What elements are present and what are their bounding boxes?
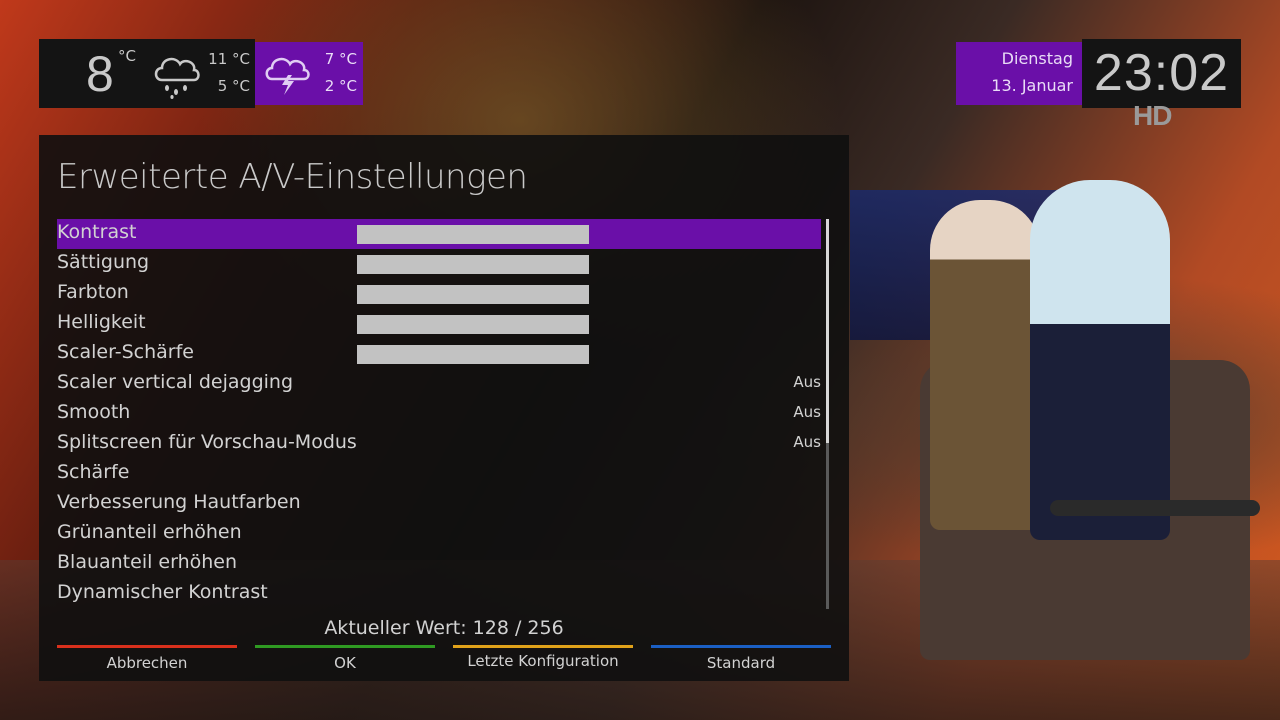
temperature-unit: °C xyxy=(118,47,136,65)
yellow-key-indicator xyxy=(453,645,633,648)
menu-item-label: Blauanteil erhöhen xyxy=(57,551,238,573)
menu-item-splitscreen[interactable]: Splitscreen für Vorschau-Modus Aus xyxy=(57,429,821,459)
default-button[interactable]: Standard xyxy=(651,654,831,672)
menu-item-scaler-schaerfe[interactable]: Scaler-Schärfe xyxy=(57,339,821,369)
slider-bar[interactable] xyxy=(357,345,589,364)
menu-item-label: Scaler-Schärfe xyxy=(57,341,194,363)
hd-logo: HD xyxy=(1133,100,1172,131)
menu-item-label: Verbesserung Hautfarben xyxy=(57,491,301,513)
blue-key-indicator xyxy=(651,645,831,648)
green-key-indicator xyxy=(255,645,435,648)
side-table xyxy=(1050,500,1260,516)
today-low-temp: 5 °C xyxy=(217,77,250,95)
menu-item-helligkeit[interactable]: Helligkeit xyxy=(57,309,821,339)
menu-item-dynamischer-kontrast[interactable]: Dynamischer Kontrast xyxy=(57,579,821,609)
cancel-button[interactable]: Abbrechen xyxy=(57,654,237,672)
menu-item-hautfarben[interactable]: Verbesserung Hautfarben xyxy=(57,489,821,519)
menu-item-label: Helligkeit xyxy=(57,311,146,333)
menu-item-farbton[interactable]: Farbton xyxy=(57,279,821,309)
date: 13. Januar xyxy=(991,76,1073,95)
today-high-temp: 11 °C xyxy=(208,50,250,68)
menu-item-label: Kontrast xyxy=(57,221,137,243)
slider-bar[interactable] xyxy=(357,285,589,304)
weekday: Dienstag xyxy=(1001,49,1073,68)
ok-button[interactable]: OK xyxy=(255,654,435,672)
current-value-text: Aktueller Wert: 128 / 256 xyxy=(324,617,564,639)
thunder-cloud-icon xyxy=(265,57,310,95)
last-configuration-button[interactable]: Letzte Konfiguration xyxy=(453,652,633,670)
red-key-indicator xyxy=(57,645,237,648)
menu-item-label: Smooth xyxy=(57,401,131,423)
menu-item-schaerfe[interactable]: Schärfe xyxy=(57,459,821,489)
tomorrow-high-temp: 7 °C xyxy=(324,50,357,68)
menu-item-label: Dynamischer Kontrast xyxy=(57,581,268,603)
page-title: Erweiterte A/V-Einstellungen xyxy=(57,157,528,197)
menu-item-kontrast[interactable]: Kontrast xyxy=(57,219,821,249)
menu-item-label: Sättigung xyxy=(57,251,150,273)
menu-item-value: Aus xyxy=(793,403,821,421)
guest-figure xyxy=(1030,180,1170,540)
menu-item-smooth[interactable]: Smooth Aus xyxy=(57,399,821,429)
menu-item-blauanteil[interactable]: Blauanteil erhöhen xyxy=(57,549,821,579)
menu-item-label: Farbton xyxy=(57,281,129,303)
menu-item-label: Schärfe xyxy=(57,461,130,483)
menu-item-saettigung[interactable]: Sättigung xyxy=(57,249,821,279)
scrollbar-thumb[interactable] xyxy=(826,219,829,443)
menu-item-label: Splitscreen für Vorschau-Modus xyxy=(57,431,357,453)
menu-item-scaler-dejagging[interactable]: Scaler vertical dejagging Aus xyxy=(57,369,821,399)
rain-cloud-icon xyxy=(154,57,200,99)
menu-item-gruenanteil[interactable]: Grünanteil erhöhen xyxy=(57,519,821,549)
menu-item-value: Aus xyxy=(793,373,821,391)
clock: 23:02 xyxy=(1093,44,1230,102)
guest-figure xyxy=(930,200,1040,530)
slider-bar[interactable] xyxy=(357,255,589,274)
menu-item-label: Scaler vertical dejagging xyxy=(57,371,294,393)
slider-bar[interactable] xyxy=(357,225,589,244)
settings-list: Kontrast Sättigung Farbton Helligkeit Sc… xyxy=(57,219,821,609)
tomorrow-low-temp: 2 °C xyxy=(324,77,357,95)
menu-item-label: Grünanteil erhöhen xyxy=(57,521,242,543)
menu-item-value: Aus xyxy=(793,433,821,451)
current-temperature: 8 xyxy=(86,46,114,102)
slider-bar[interactable] xyxy=(357,315,589,334)
